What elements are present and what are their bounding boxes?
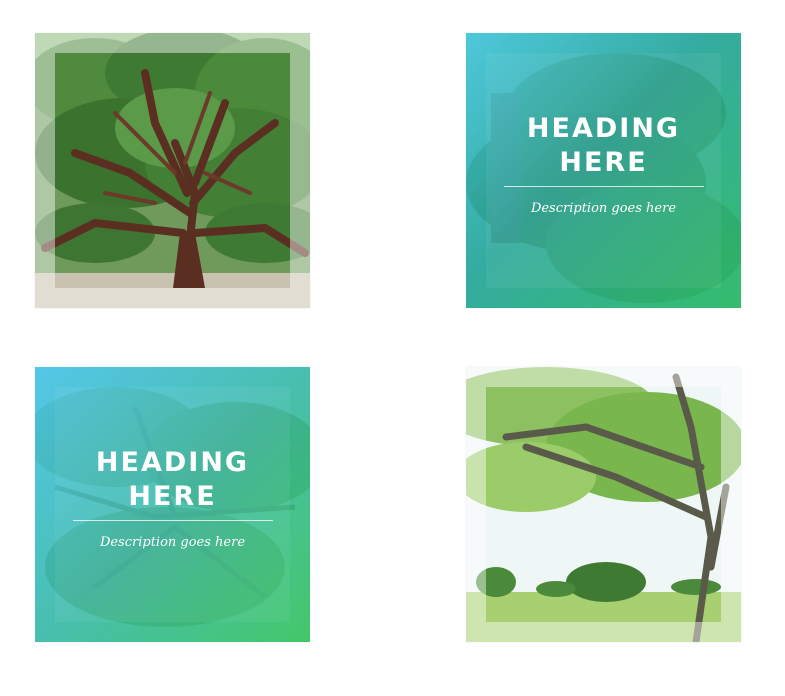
overlay-card-2[interactable]: HEADING HERE Description goes here	[35, 367, 310, 642]
caption: HEADING HERE Description goes here	[55, 387, 290, 622]
card-heading: HEADING HERE	[526, 112, 681, 178]
inner-photo-frame	[55, 53, 290, 288]
heading-divider	[72, 519, 273, 521]
heading-divider	[503, 185, 704, 187]
inner-photo-frame	[486, 387, 721, 622]
overlay-card-1[interactable]: HEADING HERE Description goes here	[466, 33, 741, 308]
oak-tree-inner-image	[55, 53, 290, 288]
card-gallery: HEADING HERE Description goes here HEADI…	[0, 0, 785, 696]
card-description: Description goes here	[530, 200, 677, 216]
photo-card-park[interactable]	[466, 367, 741, 642]
caption: HEADING HERE Description goes here	[486, 53, 721, 288]
photo-card-oak[interactable]	[35, 33, 310, 308]
card-heading: HEADING HERE	[95, 446, 250, 512]
park-tree-inner-image	[486, 387, 721, 622]
card-description: Description goes here	[99, 534, 246, 550]
